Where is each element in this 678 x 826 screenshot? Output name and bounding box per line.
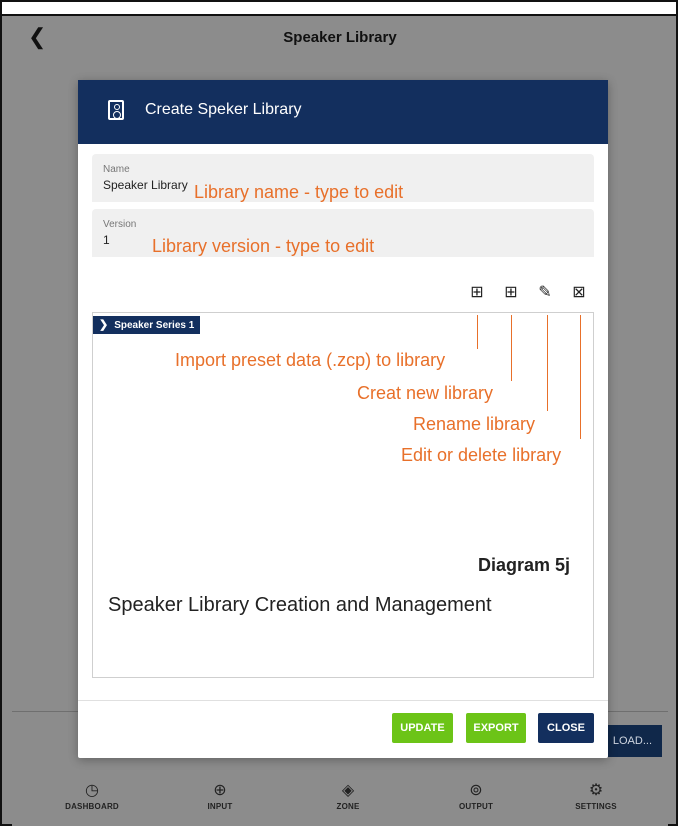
page-title: Speaker Library bbox=[283, 29, 397, 46]
tree-node-speaker-series[interactable]: ❯ Speaker Series 1 bbox=[93, 316, 201, 334]
input-icon: ⊕ bbox=[213, 782, 227, 799]
dialog-header: Create Speker Library bbox=[78, 80, 608, 144]
nav-output[interactable]: ⊚ OUTPUT bbox=[416, 780, 536, 811]
dialog-footer-divider bbox=[78, 700, 608, 701]
new-library-annotation: Creat new library bbox=[357, 383, 494, 403]
top-border bbox=[0, 0, 678, 16]
diagram-number: Diagram 5j bbox=[477, 555, 570, 575]
delete-icon[interactable]: ⊠ bbox=[570, 282, 588, 302]
nav-zone[interactable]: ◈ ZONE bbox=[288, 780, 408, 811]
create-library-dialog: Create Speker Library Name Library name … bbox=[78, 80, 608, 758]
nav-dashboard[interactable]: ◷ DASHBOARD bbox=[32, 780, 152, 811]
diagram-caption: Speaker Library Creation and Management bbox=[108, 594, 492, 616]
annotation-line-delete bbox=[580, 315, 581, 439]
nav-label: ZONE bbox=[336, 802, 360, 811]
nav-label: INPUT bbox=[207, 802, 233, 811]
new-folder-icon[interactable]: ⊞ bbox=[502, 282, 520, 302]
import-icon[interactable]: ⊞ bbox=[468, 282, 486, 302]
annotation-line-new bbox=[511, 315, 512, 381]
nav-settings[interactable]: ⚙ SETTINGS bbox=[536, 780, 656, 811]
nav-input[interactable]: ⊕ INPUT bbox=[160, 780, 280, 811]
zone-icon: ◈ bbox=[341, 782, 355, 799]
name-annotation: Library name - type to edit bbox=[194, 182, 404, 202]
app-bar: ❮ Speaker Library bbox=[12, 18, 668, 60]
annotation-line-import bbox=[477, 315, 478, 349]
nav-label: OUTPUT bbox=[458, 802, 494, 811]
gear-icon: ⚙ bbox=[588, 782, 604, 799]
speaker-icon bbox=[108, 100, 124, 120]
update-button[interactable]: UPDATE bbox=[392, 713, 453, 743]
version-annotation: Library version - type to edit bbox=[152, 236, 375, 256]
bottom-navigation: ◷ DASHBOARD ⊕ INPUT ◈ ZONE ⊚ OUTPUT ⚙ SE… bbox=[12, 772, 668, 826]
nav-label: SETTINGS bbox=[575, 802, 617, 811]
output-icon: ⊚ bbox=[469, 782, 483, 799]
version-field-label: Version bbox=[103, 219, 137, 230]
rename-annotation: Rename library bbox=[413, 414, 536, 434]
close-button[interactable]: CLOSE bbox=[538, 713, 594, 743]
gauge-icon: ◷ bbox=[85, 782, 99, 799]
edit-pencil-icon[interactable]: ✎ bbox=[536, 282, 554, 302]
chevron-right-icon: ❯ bbox=[99, 319, 109, 331]
tree-node-label: Speaker Series 1 bbox=[114, 320, 195, 331]
name-field-label: Name bbox=[103, 164, 130, 175]
edit-delete-annotation: Edit or delete library bbox=[401, 445, 562, 465]
annotation-line-rename bbox=[547, 315, 548, 411]
export-button[interactable]: EXPORT bbox=[466, 713, 526, 743]
dialog-title: Create Speker Library bbox=[145, 101, 302, 118]
nav-label: DASHBOARD bbox=[65, 802, 119, 811]
name-input[interactable] bbox=[103, 178, 193, 192]
import-annotation: Import preset data (.zcp) to library bbox=[175, 350, 446, 370]
